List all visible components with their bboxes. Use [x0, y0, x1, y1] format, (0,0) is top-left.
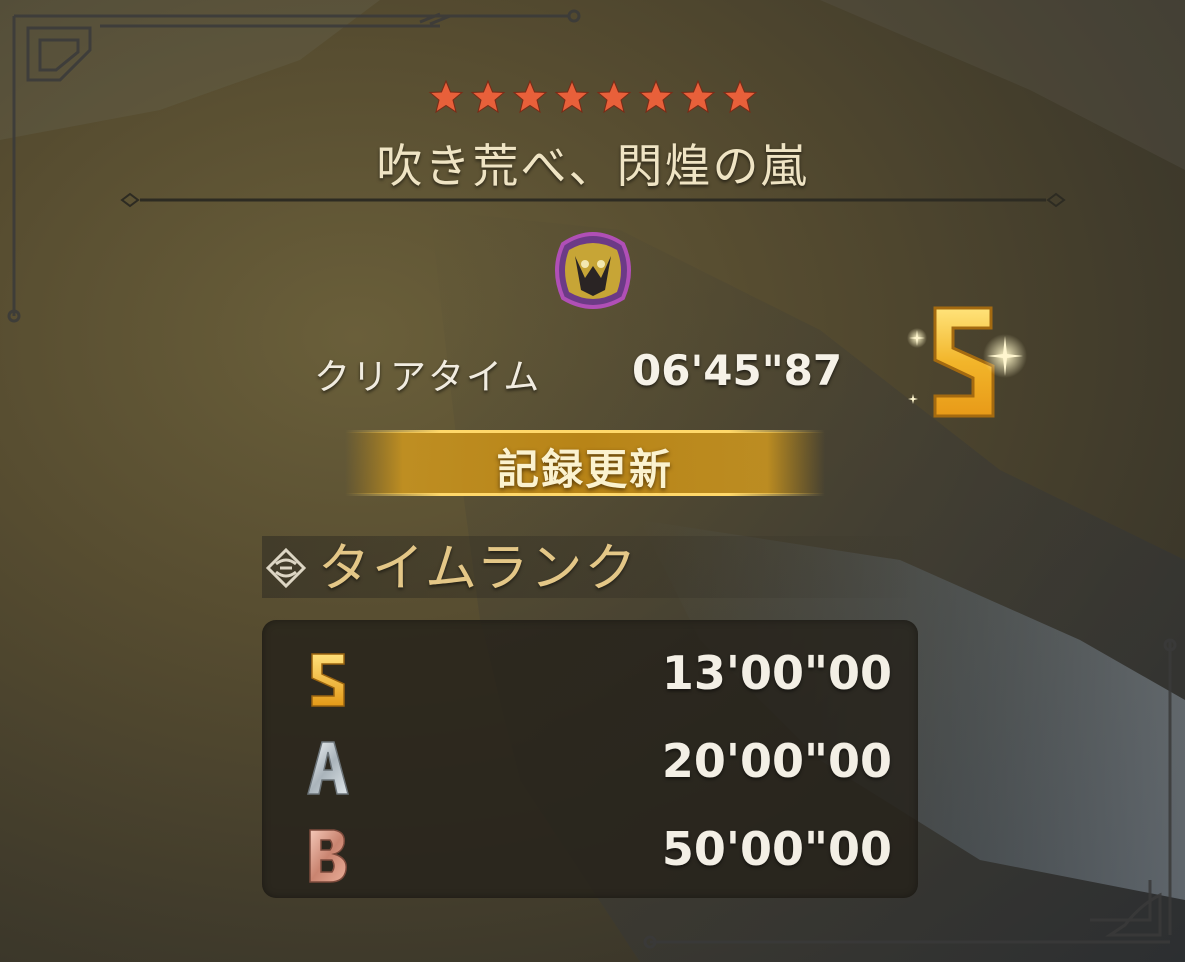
- rank-b-icon: [309, 829, 347, 883]
- star-icon: [470, 79, 505, 114]
- time-rank-panel: 13'00"00 20'00"00 50'00"00: [262, 620, 918, 898]
- quest-result-screen: 吹き荒べ、閃煌の嵐 クリアタイム 06'45"87 記録更新 タイムランク 13…: [0, 0, 1185, 962]
- star-icon: [428, 79, 463, 114]
- star-icon: [680, 79, 715, 114]
- rank-row-s: 13'00"00: [262, 634, 918, 714]
- title-divider: [120, 192, 1066, 208]
- difficulty-stars: [0, 78, 1185, 116]
- star-icon: [554, 79, 589, 114]
- star-icon: [638, 79, 673, 114]
- rank-b-time: 50'00"00: [661, 822, 892, 876]
- rank-s-time: 13'00"00: [661, 646, 892, 700]
- clear-time-value: 06'45"87: [632, 346, 843, 395]
- star-icon: [722, 79, 757, 114]
- rank-row-b: 50'00"00: [262, 810, 918, 890]
- quest-title: 吹き荒べ、閃煌の嵐: [376, 139, 809, 193]
- monster-face-icon: [555, 232, 631, 309]
- time-rank-header: タイムランク: [318, 539, 639, 599]
- rank-a-icon: [307, 741, 349, 795]
- record-update-label: 記録更新: [496, 445, 673, 494]
- star-icon: [512, 79, 547, 114]
- time-rank-emblem-icon: [265, 547, 307, 589]
- rank-row-a: 20'00"00: [262, 722, 918, 802]
- rank-s-icon: [311, 653, 345, 707]
- clear-time-label: クリアタイム: [314, 357, 542, 398]
- rank-a-time: 20'00"00: [661, 734, 892, 788]
- star-icon: [596, 79, 631, 114]
- achieved-rank-s-icon: [907, 306, 1027, 418]
